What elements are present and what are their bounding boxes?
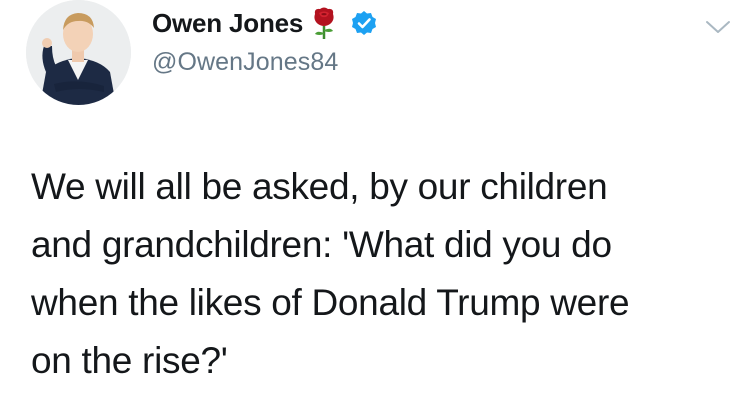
author-name-row: Owen Jones (152, 6, 377, 40)
tweet-text-line: and grandchildren: 'What did you do (31, 224, 612, 265)
avatar[interactable] (26, 0, 131, 105)
verified-badge-icon (351, 10, 377, 36)
tweet-text-line: We will all be asked, by our children (31, 166, 608, 207)
author-handle[interactable]: @OwenJones84 (152, 48, 338, 77)
tweet-card: Owen Jones @OwenJones84 We will all be a… (0, 0, 750, 407)
rose-icon (309, 6, 339, 40)
author-display-name[interactable]: Owen Jones (152, 8, 303, 39)
chevron-down-icon[interactable] (704, 18, 732, 36)
tweet-text: We will all be asked, by our children an… (31, 158, 731, 390)
avatar-image (26, 0, 131, 105)
tweet-text-line: on the rise?' (31, 340, 228, 381)
tweet-text-line: when the likes of Donald Trump were (31, 282, 630, 323)
